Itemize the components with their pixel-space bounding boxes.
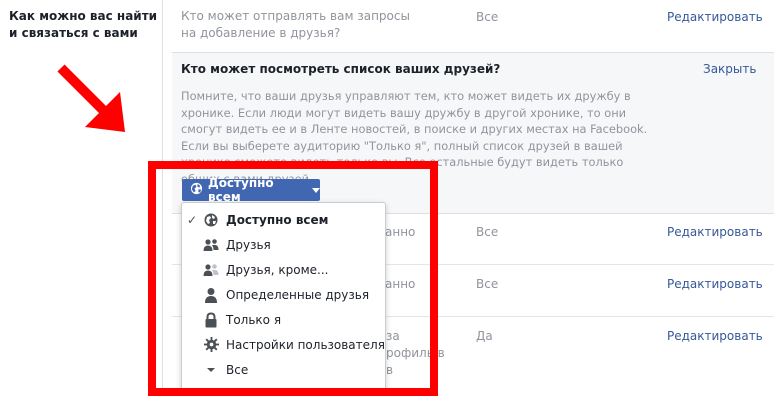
friend-request-edit-link[interactable]: Редактировать [667,10,763,24]
red-arrow-annotation [57,64,125,132]
row-value: Все [476,225,499,239]
friend-request-question: Кто может отправлять вам запросы на доба… [181,9,410,40]
row-edit-link[interactable]: Редактировать [667,225,763,239]
row-edit-link[interactable]: Редактировать [667,329,763,343]
row-value: Да [476,329,493,343]
close-link[interactable]: Закрыть [703,62,756,76]
row-value: Все [476,277,499,291]
friend-request-value: Все [476,10,499,24]
section-label: Как можно вас найти и связаться с вами [9,9,158,40]
panel-title: Кто может посмотреть список ваших друзей… [181,62,501,76]
red-highlight-frame [148,161,438,396]
row-edit-link[interactable]: Редактировать [667,277,763,291]
